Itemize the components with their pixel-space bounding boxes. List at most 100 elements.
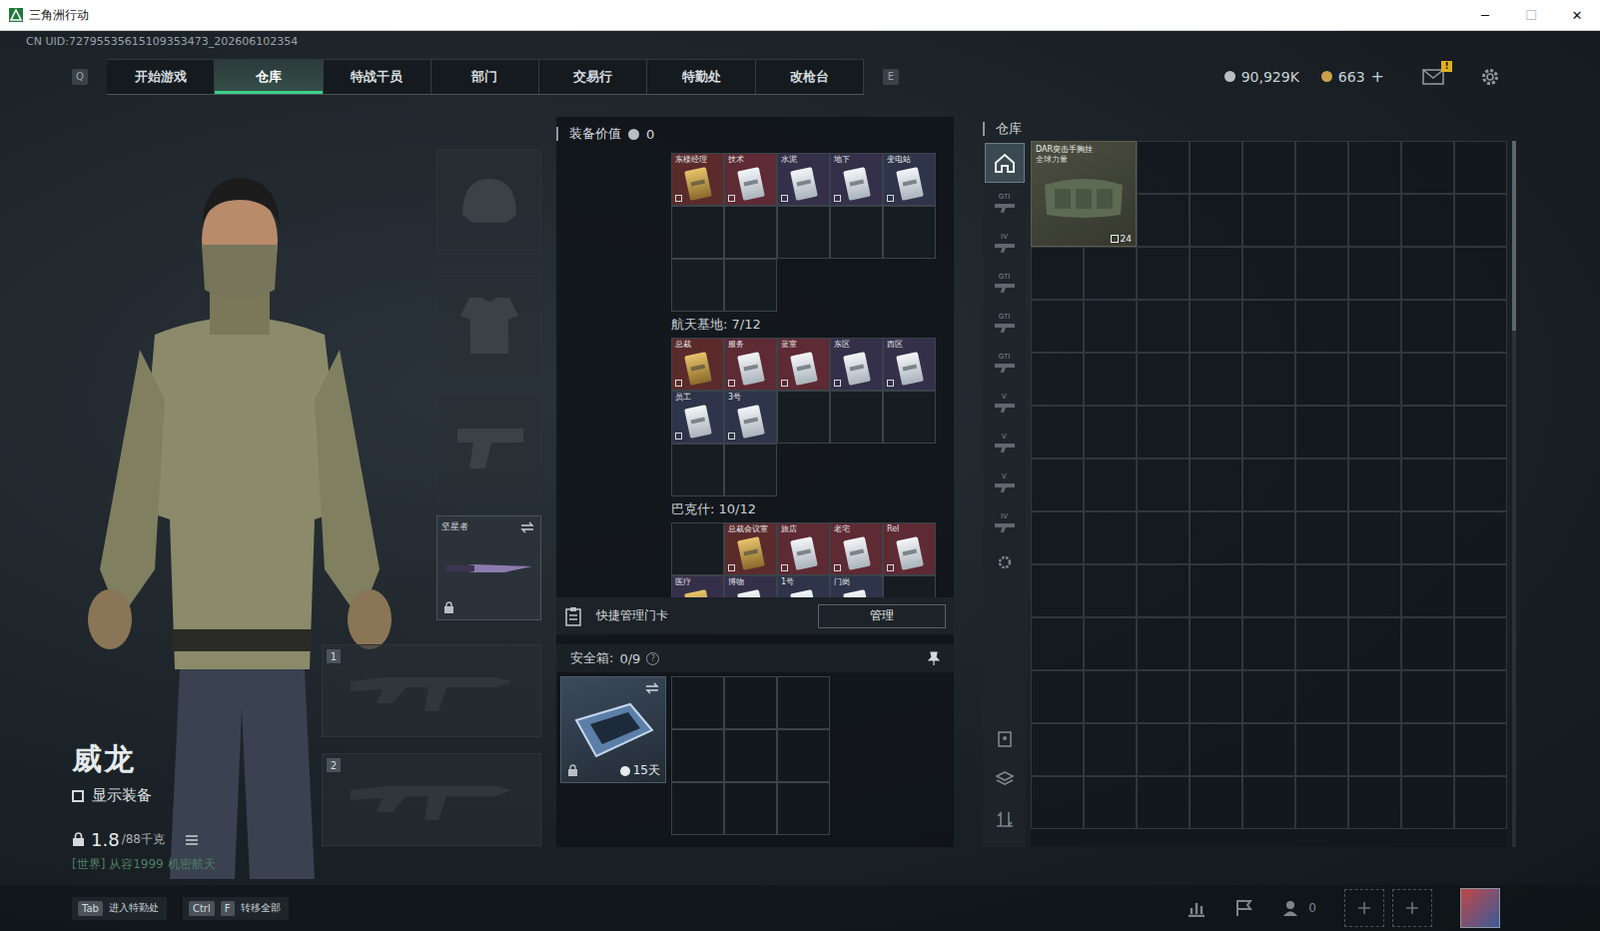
- stash-cell[interactable]: [1136, 352, 1190, 406]
- stash-category[interactable]: V: [984, 382, 1025, 423]
- stash-cell[interactable]: [1083, 723, 1137, 777]
- stash-cell[interactable]: [1030, 776, 1084, 829]
- safebox-cell[interactable]: [671, 729, 725, 783]
- stash-cell[interactable]: [1083, 670, 1137, 724]
- nav-tab[interactable]: 特战干员: [323, 59, 432, 94]
- stash-cell[interactable]: [1295, 405, 1349, 459]
- safebox-cell[interactable]: [671, 782, 725, 835]
- stash-cell[interactable]: [1136, 299, 1190, 353]
- stash-category[interactable]: GTI: [984, 182, 1025, 223]
- stash-cell[interactable]: [1348, 458, 1402, 512]
- stash-cell[interactable]: [1454, 670, 1508, 724]
- stash-cell[interactable]: [1083, 776, 1137, 829]
- stash-cell[interactable]: [1454, 193, 1508, 247]
- stash-cell[interactable]: [1295, 670, 1349, 724]
- stash-cell[interactable]: [1083, 617, 1137, 671]
- stash-cell[interactable]: [1295, 140, 1349, 194]
- window-control-button[interactable]: ✕: [1554, 0, 1600, 30]
- mail-button[interactable]: !: [1422, 68, 1445, 85]
- stash-cell[interactable]: [1136, 193, 1190, 247]
- stash-cell[interactable]: [1242, 670, 1296, 724]
- stash-cell[interactable]: [1401, 405, 1455, 459]
- stash-category[interactable]: GTI: [984, 342, 1025, 383]
- stash-cell[interactable]: [1454, 458, 1508, 512]
- stash-cell[interactable]: [1030, 352, 1084, 406]
- stash-cell[interactable]: [1454, 617, 1508, 671]
- safebox-cell[interactable]: [724, 782, 778, 835]
- stash-cell[interactable]: [1242, 246, 1296, 300]
- window-control-button[interactable]: ─: [1462, 0, 1509, 30]
- stash-cell[interactable]: [1295, 458, 1349, 512]
- player-avatar[interactable]: [1460, 887, 1501, 928]
- pin-icon[interactable]: [927, 651, 940, 666]
- stash-cell[interactable]: [1454, 776, 1508, 829]
- stash-cell[interactable]: [1242, 193, 1296, 247]
- stash-cell[interactable]: [1030, 246, 1084, 300]
- stash-cell[interactable]: [1242, 352, 1296, 406]
- stash-cell[interactable]: [1083, 352, 1137, 406]
- key-hint[interactable]: Tab进入特勤处: [71, 896, 167, 920]
- stash-cell[interactable]: [1083, 246, 1137, 300]
- stash-cell[interactable]: [1242, 617, 1296, 671]
- stash-cell[interactable]: [1401, 617, 1455, 671]
- stash-cell[interactable]: [1136, 776, 1190, 829]
- stash-cell[interactable]: [1189, 352, 1243, 406]
- stash-cell[interactable]: [1454, 723, 1508, 777]
- stash-cell[interactable]: [1401, 564, 1455, 618]
- stash-cell[interactable]: [1401, 776, 1455, 829]
- scrollbar[interactable]: [1512, 140, 1517, 847]
- stash-category[interactable]: GTI: [984, 262, 1025, 303]
- stash-cell[interactable]: [1083, 299, 1137, 353]
- stash-cell[interactable]: [1189, 564, 1243, 618]
- stash-cell[interactable]: [1242, 511, 1296, 565]
- stash-cell[interactable]: [1242, 140, 1296, 194]
- nav-tab[interactable]: 仓库: [214, 59, 323, 94]
- stash-cell[interactable]: [1189, 617, 1243, 671]
- stash-cell[interactable]: [1401, 723, 1455, 777]
- stash-cell[interactable]: [1189, 140, 1243, 194]
- swap-icon[interactable]: [645, 682, 660, 695]
- stash-cell[interactable]: [1083, 458, 1137, 512]
- stash-cell[interactable]: [1030, 617, 1084, 671]
- add-currency-button[interactable]: +: [1371, 66, 1385, 86]
- safebox-cell[interactable]: [777, 729, 830, 783]
- stash-tool[interactable]: [984, 799, 1025, 839]
- stash-cell[interactable]: [1401, 511, 1455, 565]
- stash-cell[interactable]: [1189, 511, 1243, 565]
- stash-category[interactable]: V: [984, 462, 1025, 503]
- stash-item[interactable]: DAR突击手胸挂全球力量24: [1030, 140, 1137, 247]
- stash-cell[interactable]: [1401, 670, 1455, 724]
- stash-cell[interactable]: [1348, 564, 1402, 618]
- stash-cell[interactable]: [1295, 617, 1349, 671]
- gear-slot[interactable]: [436, 149, 542, 255]
- add-member-button[interactable]: [1344, 888, 1385, 927]
- stash-category[interactable]: IV: [984, 502, 1025, 543]
- stash-cell[interactable]: [1030, 511, 1084, 565]
- stash-cell[interactable]: [1348, 670, 1402, 724]
- stash-cell[interactable]: [1189, 405, 1243, 459]
- stash-cell[interactable]: [1189, 246, 1243, 300]
- gear-slot[interactable]: 坚星者: [436, 515, 542, 621]
- stash-cell[interactable]: [1030, 723, 1084, 777]
- stash-tool[interactable]: [984, 719, 1025, 760]
- keycard-slot[interactable]: 门岗: [829, 575, 883, 598]
- window-control-button[interactable]: ☐: [1508, 0, 1555, 30]
- stash-cell[interactable]: [1083, 405, 1137, 459]
- stash-cell[interactable]: [1348, 776, 1402, 829]
- stash-cell[interactable]: [1401, 299, 1455, 353]
- stash-cell[interactable]: [1083, 564, 1137, 618]
- stash-cell[interactable]: [1401, 246, 1455, 300]
- stash-cell[interactable]: [1136, 458, 1190, 512]
- stash-cell[interactable]: [1295, 564, 1349, 618]
- stash-cell[interactable]: [1401, 140, 1455, 194]
- stash-cell[interactable]: [1454, 352, 1508, 406]
- stash-cell[interactable]: [1295, 511, 1349, 565]
- friends-button[interactable]: 0: [1282, 898, 1317, 917]
- weapon-slot[interactable]: 2: [321, 753, 542, 846]
- stash-cell[interactable]: [1136, 511, 1190, 565]
- stash-cell[interactable]: [1454, 405, 1508, 459]
- keycard-slot[interactable]: 老宅: [829, 522, 883, 576]
- stash-cell[interactable]: [1136, 670, 1190, 724]
- stash-cell[interactable]: [1242, 405, 1296, 459]
- stash-cell[interactable]: [1348, 617, 1402, 671]
